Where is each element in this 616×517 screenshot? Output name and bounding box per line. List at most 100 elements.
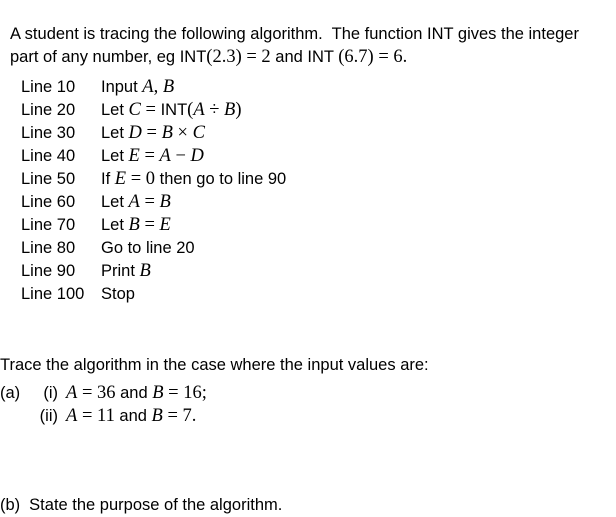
part-a-item-i-values: A = 36 and B = 16; <box>66 382 207 405</box>
variable-b: B <box>152 383 164 403</box>
statement-keyword: If <box>101 170 111 188</box>
line-label: Line 100 <box>21 285 85 303</box>
line-statement: Print B <box>101 260 151 283</box>
operand-d: D <box>190 146 204 166</box>
operand-b: B <box>224 100 236 120</box>
variable-d: D <box>128 123 142 143</box>
variable-a: A <box>142 77 154 97</box>
int-function-name-2: INT <box>307 47 334 66</box>
conjunction: and <box>120 384 148 402</box>
algorithm-line-70: Line 70 Let B = E <box>21 214 286 237</box>
statement-keyword: Input <box>101 78 138 96</box>
variable-b: B <box>139 261 151 281</box>
statement-keyword: Let <box>101 216 124 234</box>
line-statement: Go to line 20 <box>101 239 195 257</box>
operand-a: A <box>193 100 205 120</box>
algorithm-line-60: Line 60 Let A = B <box>21 191 286 214</box>
multiply-operator: × <box>177 123 188 143</box>
algorithm-line-30: Line 30 Let D = B × C <box>21 122 286 145</box>
operand-b: B <box>161 123 173 143</box>
line-label: Line 60 <box>21 193 76 211</box>
equals-sign: = <box>145 100 156 120</box>
int-example-1-argument: (2.3) <box>206 46 242 67</box>
line-statement: Let E = A − D <box>101 145 204 168</box>
variable-e: E <box>114 169 127 189</box>
algorithm-line-10: Line 10 Input A, B <box>21 76 286 99</box>
divide-operator: ÷ <box>209 100 220 120</box>
line-label: Line 10 <box>21 78 76 96</box>
variable-a: A <box>66 406 78 426</box>
part-a: (a) (i) A = 36 and B = 16; (ii) A = 11 a… <box>0 382 207 428</box>
sentence-gap <box>323 25 332 43</box>
minus-operator: − <box>175 146 186 166</box>
part-a-item-i: (a) (i) A = 36 and B = 16; <box>0 382 207 405</box>
line-statement: If E = 0 then go to line 90 <box>101 168 286 191</box>
part-a-item-ii-values: A = 11 and B = 7. <box>66 405 196 428</box>
int-example-1-value: 2 <box>261 46 271 67</box>
line-statement: Input A, B <box>101 76 174 99</box>
variable-b: B <box>162 77 175 97</box>
algorithm-line-40: Line 40 Let E = A − D <box>21 145 286 168</box>
equals-sign: = <box>168 383 179 403</box>
line-label: Line 80 <box>21 239 76 257</box>
line-label: Line 90 <box>21 262 76 280</box>
part-a-item-ii: (ii) A = 11 and B = 7. <box>0 405 207 428</box>
operand-b: B <box>159 192 171 212</box>
variable-a: A <box>66 383 78 403</box>
equals-sign: = <box>81 406 93 426</box>
trace-instruction: Trace the algorithm in the case where th… <box>0 355 429 374</box>
variable-b: B <box>151 406 163 426</box>
statement-keyword: Let <box>101 101 124 119</box>
value-a: 36 <box>97 383 116 403</box>
operand-c: C <box>192 123 205 143</box>
line-statement: Let D = B × C <box>101 122 205 145</box>
line-label: Line 70 <box>21 216 76 234</box>
variable-e: E <box>128 146 140 166</box>
line-label: Line 50 <box>21 170 76 188</box>
goto-clause: then go to line 90 <box>159 170 287 188</box>
int-function: INT <box>160 101 188 119</box>
algorithm-line-100: Line 100 Stop <box>21 283 286 306</box>
conjunction: and <box>119 407 147 425</box>
algorithm-line-50: Line 50 If E = 0 then go to line 90 <box>21 168 286 191</box>
line-statement: Let A = B <box>101 191 171 214</box>
equals-sign: = <box>146 123 157 143</box>
roman-numeral-ii: (ii) <box>39 407 58 425</box>
value-a: 11 <box>97 406 115 426</box>
variable-c: C <box>128 100 141 120</box>
algorithm-listing: Line 10 Input A, B Line 20 Let C = INT(A… <box>21 76 286 306</box>
equals-sign: = <box>167 406 178 426</box>
part-b-text: State the purpose of the algorithm. <box>29 495 283 514</box>
intro-sentence-1: A student is tracing the following algor… <box>10 24 323 43</box>
equals-sign: = <box>81 383 93 403</box>
variable-b: B <box>128 215 140 235</box>
line-label: Line 30 <box>21 124 76 142</box>
equals-sign: = <box>144 215 155 235</box>
line-label: Line 40 <box>21 147 76 165</box>
algorithm-line-90: Line 90 Print B <box>21 260 286 283</box>
statement-keyword: Let <box>101 147 124 165</box>
equals-sign: = <box>144 192 155 212</box>
question-page: A student is tracing the following algor… <box>0 0 616 514</box>
line-label: Line 20 <box>21 101 76 119</box>
zero-value: 0 <box>145 169 156 189</box>
int-example-2-value: 6. <box>393 46 408 67</box>
int-example-2-equals: = <box>378 46 389 67</box>
variable-a: A <box>128 192 140 212</box>
intro-paragraph: A student is tracing the following algor… <box>10 23 610 69</box>
value-b: 7. <box>182 406 197 426</box>
part-b-tag: (b) <box>0 495 21 514</box>
value-b: 16; <box>183 383 207 403</box>
equals-sign: = <box>130 169 142 189</box>
line-statement: Let B = E <box>101 214 171 237</box>
line-statement: Stop <box>101 285 135 303</box>
algorithm-line-20: Line 20 Let C = INT(A ÷ B) <box>21 99 286 122</box>
intro-conjunction: and <box>275 47 303 66</box>
line-statement: Let C = INT(A ÷ B) <box>101 99 242 122</box>
algorithm-line-80: Line 80 Go to line 20 <box>21 237 286 260</box>
roman-numeral-i: (i) <box>43 384 58 402</box>
int-example-2-argument: (6.7) <box>338 46 374 67</box>
statement-keyword: Print <box>101 262 135 280</box>
statement-keyword: Let <box>101 124 124 142</box>
int-example-1-equals: = <box>246 46 257 67</box>
